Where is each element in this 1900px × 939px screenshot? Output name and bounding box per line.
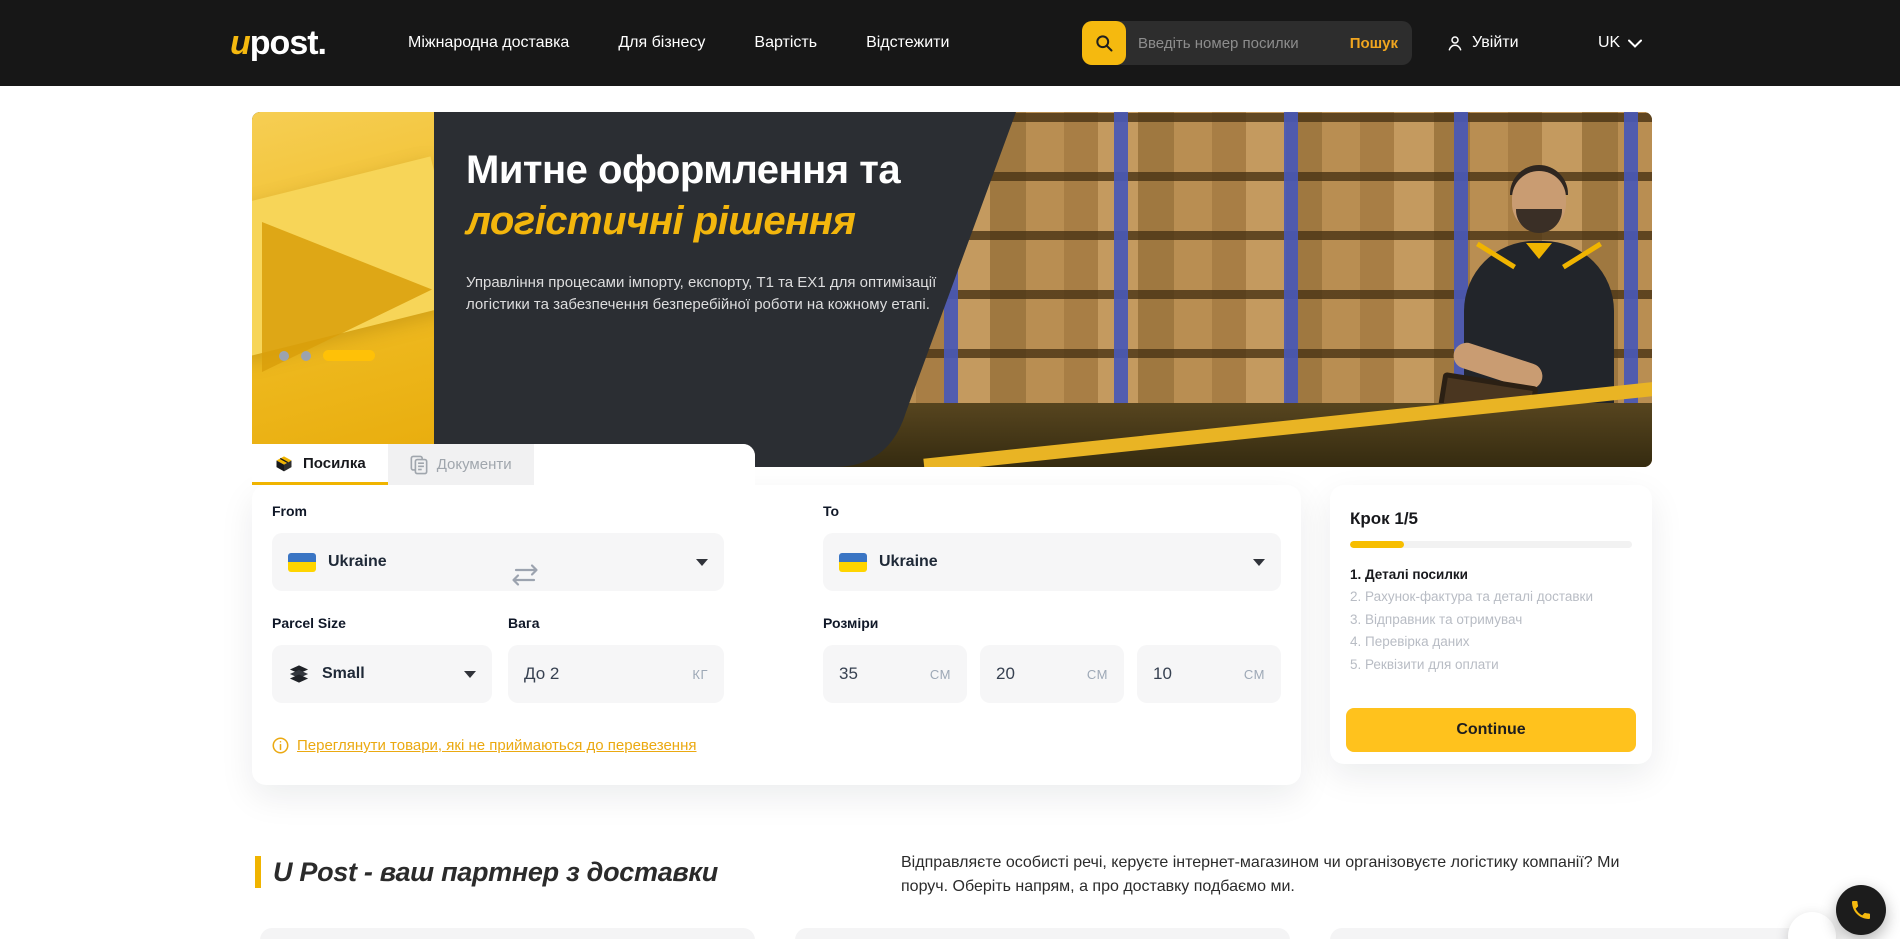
length-field: см (823, 645, 967, 703)
nav-pricing[interactable]: Вартість (754, 34, 817, 52)
logo-rest: post. (250, 24, 326, 62)
tab-parcel-label: Посилка (303, 455, 366, 472)
category-card[interactable] (795, 928, 1290, 939)
search-icon (1094, 33, 1114, 53)
slider-dots (279, 350, 375, 361)
height-field: см (1137, 645, 1281, 703)
step-item-3: 3. Відправник та отримувач (1350, 609, 1632, 631)
length-input[interactable] (839, 664, 930, 684)
section-title-block: U Post - ваш партнер з доставки (255, 856, 718, 888)
tracking-search-bar: Пошук (1082, 21, 1412, 65)
search-submit-button[interactable]: Пошук (1336, 35, 1412, 52)
length-unit: см (930, 667, 951, 682)
ukraine-flag-icon (839, 553, 867, 572)
tracking-number-input[interactable] (1126, 35, 1336, 52)
parcel-box-icon (274, 453, 294, 473)
steps-list: 1. Деталі посилки 2. Рахунок-фактура та … (1350, 564, 1632, 676)
slider-dot-2[interactable] (301, 351, 311, 361)
steps-title: Крок 1/5 (1350, 509, 1632, 529)
to-label: To (823, 503, 839, 519)
height-unit: см (1244, 667, 1265, 682)
nav-international-delivery[interactable]: Міжнародна доставка (408, 34, 569, 52)
shipment-type-tabs: Посилка Документи (252, 444, 755, 485)
category-card[interactable] (260, 928, 755, 939)
section-title: U Post - ваш партнер з доставки (273, 857, 718, 888)
logo[interactable]: upost. (230, 24, 326, 63)
hero-text: Митне оформлення та логістичні рішення У… (466, 148, 1026, 316)
tabbar-spacer (534, 444, 755, 485)
nav-track[interactable]: Відстежити (866, 34, 949, 52)
progress-fill (1350, 541, 1404, 548)
from-country-value: Ukraine (328, 553, 387, 571)
step-item-4: 4. Перевірка даних (1350, 631, 1632, 653)
section-description: Відправляєте особисті речі, керуєте інте… (901, 851, 1661, 899)
documents-icon (410, 455, 428, 475)
restricted-items-link[interactable]: Переглянути товари, які не приймаються д… (272, 737, 697, 754)
chat-widget-button[interactable] (1788, 912, 1836, 939)
category-card[interactable] (1330, 928, 1825, 939)
caret-down-icon (696, 559, 708, 566)
language-value: UK (1598, 34, 1620, 52)
language-selector[interactable]: UK (1598, 0, 1642, 86)
dimensions-label: Розміри (823, 615, 878, 631)
parcel-size-value: Small (322, 665, 365, 683)
width-field: см (980, 645, 1124, 703)
category-cards-row (260, 928, 1825, 939)
weight-input[interactable] (524, 664, 692, 684)
parcel-stack-icon (288, 664, 310, 684)
width-unit: см (1087, 667, 1108, 682)
ukraine-flag-icon (288, 553, 316, 572)
hero-title-line2: логістичні рішення (466, 199, 1026, 244)
caret-down-icon (1253, 559, 1265, 566)
logo-accent: u (230, 24, 250, 62)
width-input[interactable] (996, 664, 1087, 684)
hero-description: Управління процесами імпорту, експорту, … (466, 272, 971, 316)
step-item-5: 5. Реквізити для оплати (1350, 654, 1632, 676)
swap-countries-icon[interactable] (510, 563, 540, 587)
tab-documents-label: Документи (437, 456, 512, 473)
phone-call-button[interactable] (1836, 885, 1886, 935)
from-country-select[interactable]: Ukraine (272, 533, 724, 591)
weight-unit: кг (692, 667, 708, 682)
step-item-1: 1. Деталі посилки (1350, 564, 1632, 586)
top-navbar: upost. Міжнародна доставка Для бізнесу В… (0, 0, 1900, 86)
progress-bar (1350, 541, 1632, 548)
parcel-size-select[interactable]: Small (272, 645, 492, 703)
slider-dot-active[interactable] (323, 350, 375, 361)
login-label: Увійти (1472, 34, 1519, 52)
continue-button[interactable]: Continue (1346, 708, 1636, 752)
search-icon-button[interactable] (1082, 21, 1126, 65)
tab-documents[interactable]: Документи (388, 444, 534, 485)
info-icon (272, 737, 289, 754)
weight-label: Вага (508, 615, 540, 631)
weight-field: кг (508, 645, 724, 703)
hero-title-line1: Митне оформлення та (466, 148, 1026, 193)
from-label: From (272, 503, 307, 519)
nav-for-business[interactable]: Для бізнесу (618, 34, 705, 52)
slider-dot-1[interactable] (279, 351, 289, 361)
hero-yellow-panel (252, 112, 434, 467)
height-input[interactable] (1153, 664, 1244, 684)
restricted-items-link-text: Переглянути товари, які не приймаються д… (297, 737, 697, 754)
tab-parcel[interactable]: Посилка (252, 444, 388, 485)
user-icon (1446, 34, 1464, 52)
login-button[interactable]: Увійти (1446, 0, 1519, 86)
main-nav: Міжнародна доставка Для бізнесу Вартість… (408, 0, 949, 86)
page: upost. Міжнародна доставка Для бізнесу В… (0, 0, 1900, 939)
phone-icon (1849, 898, 1873, 922)
step-item-2: 2. Рахунок-фактура та деталі доставки (1350, 586, 1632, 608)
parcel-size-label: Parcel Size (272, 615, 346, 631)
steps-card: Крок 1/5 1. Деталі посилки 2. Рахунок-фа… (1330, 485, 1652, 764)
title-accent-bar (255, 856, 261, 888)
to-country-select[interactable]: Ukraine (823, 533, 1281, 591)
to-country-value: Ukraine (879, 553, 938, 571)
chevron-down-icon (1628, 39, 1642, 48)
hero-banner: Митне оформлення та логістичні рішення У… (252, 112, 1652, 467)
caret-down-icon (464, 671, 476, 678)
